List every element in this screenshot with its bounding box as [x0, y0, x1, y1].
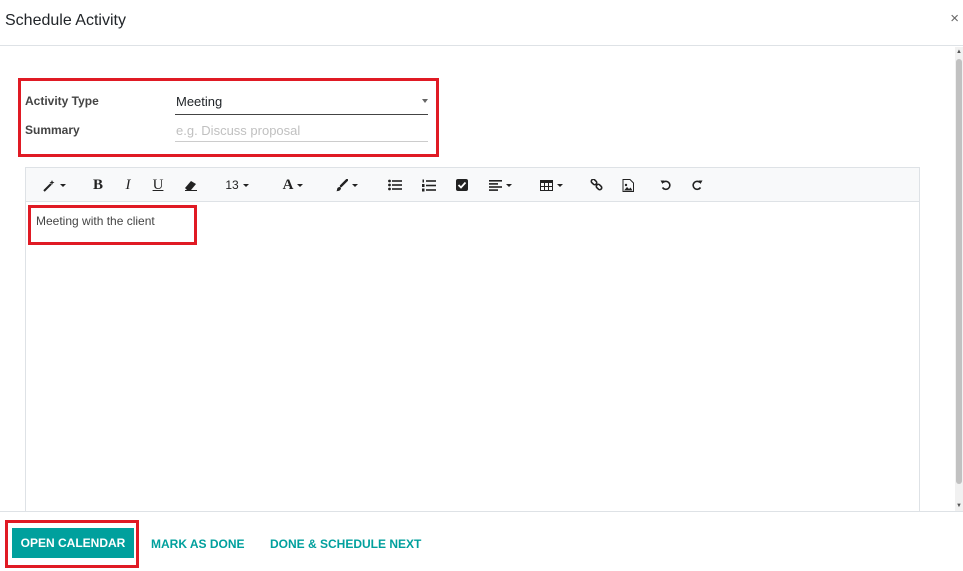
highlight-box-note — [28, 205, 197, 245]
rich-text-editor: B I U 13 A Meeting with the client — [25, 167, 920, 511]
table-icon[interactable] — [537, 176, 565, 194]
summary-label: Summary — [25, 123, 80, 137]
align-icon[interactable] — [485, 176, 515, 194]
unordered-list-icon[interactable] — [387, 176, 403, 194]
image-icon[interactable] — [620, 176, 636, 194]
ordered-list-icon[interactable] — [421, 176, 437, 194]
activity-type-label: Activity Type — [25, 94, 99, 108]
scrollbar-thumb[interactable] — [956, 59, 962, 484]
checklist-icon[interactable] — [454, 176, 470, 194]
eraser-icon[interactable] — [183, 176, 199, 194]
close-icon[interactable]: × — [950, 11, 959, 27]
activity-type-select[interactable]: Meeting — [175, 90, 428, 115]
font-size-value: 13 — [225, 178, 239, 192]
dialog-footer: OPEN CALENDAR MARK AS DONE DONE & SCHEDU… — [0, 511, 963, 571]
link-icon[interactable] — [588, 176, 604, 194]
activity-type-value: Meeting — [176, 94, 223, 109]
mark-as-done-button[interactable]: MARK AS DONE — [151, 537, 245, 551]
done-schedule-next-button[interactable]: DONE & SCHEDULE NEXT — [270, 537, 421, 551]
font-color-icon[interactable]: A — [280, 176, 306, 194]
dialog-header: Schedule Activity × — [0, 0, 963, 46]
bold-icon[interactable]: B — [90, 176, 106, 194]
undo-icon[interactable] — [658, 176, 674, 194]
underline-icon[interactable]: U — [150, 176, 166, 194]
magic-wand-icon[interactable] — [40, 176, 68, 194]
summary-input[interactable] — [175, 119, 428, 142]
editor-content-area[interactable]: Meeting with the client — [26, 202, 919, 512]
italic-icon[interactable]: I — [121, 176, 135, 194]
brush-icon[interactable] — [332, 176, 360, 194]
chevron-down-icon — [422, 99, 428, 103]
editor-toolbar: B I U 13 A — [26, 168, 919, 202]
redo-icon[interactable] — [689, 176, 705, 194]
open-calendar-button[interactable]: OPEN CALENDAR — [12, 528, 134, 558]
dialog-title: Schedule Activity — [5, 12, 126, 29]
font-size-dropdown[interactable]: 13 — [222, 176, 252, 194]
vertical-scrollbar[interactable]: ▲ ▼ — [955, 47, 963, 511]
scroll-down-icon[interactable]: ▼ — [956, 503, 962, 509]
scroll-up-icon[interactable]: ▲ — [956, 49, 962, 55]
